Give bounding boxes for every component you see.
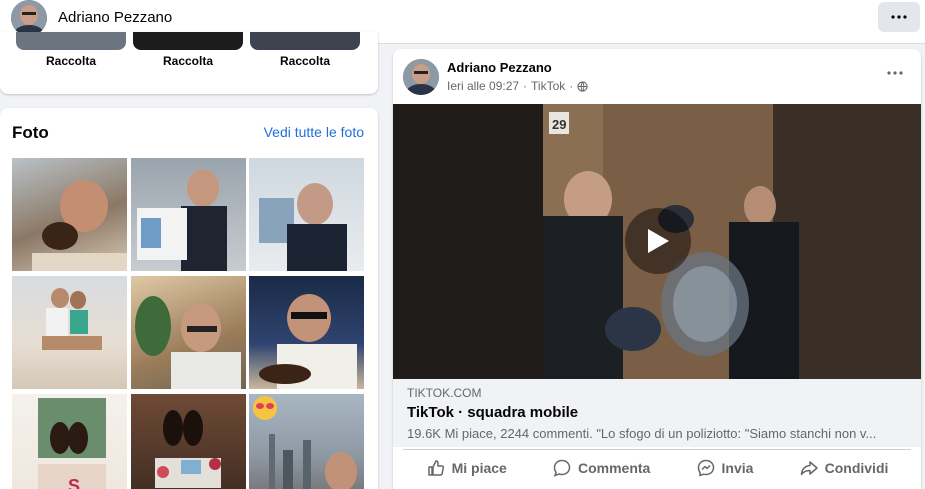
photo-thumbnail[interactable] xyxy=(249,394,364,489)
play-icon xyxy=(648,229,669,253)
collection-thumbnail[interactable] xyxy=(16,32,126,50)
more-options-button[interactable] xyxy=(878,2,920,32)
send-label: Invia xyxy=(721,459,754,476)
photo-thumbnail[interactable] xyxy=(12,276,127,389)
messenger-icon xyxy=(697,459,714,477)
share-label: Condividi xyxy=(824,459,889,476)
photo-thumbnail[interactable] xyxy=(131,394,246,489)
photo-thumbnail[interactable] xyxy=(249,276,364,389)
photo-thumbnail[interactable] xyxy=(131,158,246,271)
photos-title: Foto xyxy=(12,123,49,142)
link-domain: TIKTOK.COM xyxy=(407,386,482,400)
post-meta: Ieri alle 09:27 · TikTok · xyxy=(447,79,588,93)
photo-thumbnail[interactable] xyxy=(249,158,364,271)
post-author-name[interactable]: Adriano Pezzano xyxy=(447,60,552,75)
collection-thumbnail[interactable] xyxy=(250,32,360,50)
meta-separator: · xyxy=(569,79,574,93)
profile-name[interactable]: Adriano Pezzano xyxy=(58,9,172,26)
collection-label[interactable]: Raccolta xyxy=(250,54,360,68)
globe-icon xyxy=(577,80,588,92)
more-dots-icon xyxy=(891,15,907,19)
post-author-avatar[interactable] xyxy=(403,59,439,95)
comment-bubble-icon xyxy=(553,459,571,477)
post-source[interactable]: TikTok xyxy=(531,79,565,93)
like-label: Mi piace xyxy=(451,459,507,476)
photo-thumbnail[interactable] xyxy=(131,276,246,389)
post-options-button[interactable] xyxy=(883,63,907,83)
photo-thumbnail[interactable]: S xyxy=(12,394,127,489)
share-arrow-icon xyxy=(800,460,818,475)
post-timestamp[interactable]: Ieri alle 09:27 xyxy=(447,79,519,93)
send-button[interactable]: Invia xyxy=(696,458,754,478)
video-preview[interactable]: 29 i xyxy=(393,104,921,379)
post-card: Adriano Pezzano Ieri alle 09:27 · TikTok… xyxy=(393,49,921,489)
svg-text:S: S xyxy=(68,476,80,489)
like-button[interactable]: Mi piace xyxy=(426,458,507,478)
thumbs-up-icon xyxy=(427,459,444,476)
collections-card: Raccolta Raccolta Raccolta xyxy=(0,32,378,94)
collection-label[interactable]: Raccolta xyxy=(16,54,126,68)
collection-thumbnail[interactable] xyxy=(133,32,243,50)
share-button[interactable]: Condividi xyxy=(799,458,889,478)
more-dots-icon xyxy=(887,71,903,75)
comment-button[interactable]: Commenta xyxy=(552,458,650,478)
play-button[interactable] xyxy=(625,208,691,274)
collection-label[interactable]: Raccolta xyxy=(133,54,243,68)
see-all-photos-link[interactable]: Vedi tutte le foto xyxy=(264,124,364,140)
link-description: 19.6K Mi piace, 2244 commenti. "Lo sfogo… xyxy=(407,426,877,441)
link-title[interactable]: TikTok · squadra mobile xyxy=(407,404,578,421)
link-preview[interactable]: TIKTOK.COM TikTok · squadra mobile 19.6K… xyxy=(393,379,921,447)
meta-separator: · xyxy=(523,79,528,93)
post-actions-bar: Mi piace Commenta Invia Condividi xyxy=(403,449,911,485)
comment-label: Commenta xyxy=(578,459,651,476)
profile-avatar[interactable] xyxy=(11,0,47,36)
photos-card: Foto Vedi tutte le foto S xyxy=(0,108,378,489)
door-number: 29 xyxy=(552,117,566,132)
photo-thumbnail[interactable] xyxy=(12,158,127,271)
